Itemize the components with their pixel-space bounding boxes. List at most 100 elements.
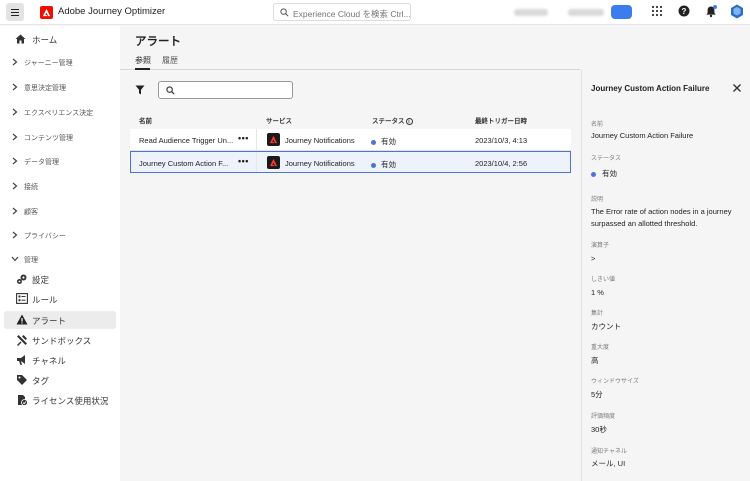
column-header-status[interactable]: ステータス i [372,115,413,125]
alert-name: Read Audience Trigger Un... [139,136,234,145]
chevron-down-icon [11,256,19,262]
table-search-input[interactable] [158,81,293,99]
apps-grid-icon[interactable] [651,5,663,17]
sidebar-item-rules[interactable]: ルール [4,290,116,308]
chevron-right-icon [12,58,18,66]
sidebar-item-label: データ管理 [24,158,59,166]
chevron-right-icon [12,83,18,91]
sidebar-item-label: 意思決定管理 [24,84,66,92]
sidebar-item-alerts[interactable]: アラート [4,311,116,329]
menu-icon[interactable] [6,3,24,21]
chevron-right-icon [12,133,18,141]
gears-icon [17,274,27,284]
sidebar-section-customers[interactable]: 顧客 [4,202,116,220]
notifications-bell-icon[interactable] [705,5,717,18]
main-content: アラート 参照 履歴 名前 サービス ステータス i 最終トリガー日時 Read … [120,26,580,481]
field-value-evaluation-frequency: 30秒 [591,425,607,434]
table-row-selected[interactable]: Journey Custom Action F... ••• Journey N… [130,151,571,173]
journey-service-icon [267,156,280,169]
chevron-right-icon [12,157,18,165]
tab-browse[interactable]: 参照 [135,55,151,66]
sidebar-section-privacy[interactable]: プライバシー [4,226,116,244]
sidebar-section-connections[interactable]: 接続 [4,177,116,195]
sidebar-item-label: ジャーニー管理 [24,59,73,67]
status-text: 有効 [381,160,396,169]
help-icon[interactable]: ? [678,5,690,17]
org-switcher[interactable] [514,9,548,16]
user-avatar-icon[interactable] [730,4,744,19]
info-icon[interactable]: i [405,117,413,125]
sidebar-item-label: コンテンツ管理 [24,134,73,142]
sidebar-item-label: ルール [32,294,58,305]
column-header-name[interactable]: 名前 [139,115,152,125]
sidebar-section-content[interactable]: コンテンツ管理 [4,128,116,146]
sidebar-item-label: ホーム [32,34,58,45]
global-search-input[interactable]: Experience Cloud を検索 Ctrl... [273,3,411,21]
channel-icon [17,355,25,365]
status-text: 有効 [602,169,617,178]
field-label-threshold: しきい値 [591,277,616,283]
sidebar-item-label: 接続 [24,183,38,191]
top-header: Adobe Journey Optimizer Experience Cloud… [0,0,750,25]
detail-panel-title: Journey Custom Action Failure [591,84,710,93]
active-tab-indicator [135,68,150,70]
sidebar-item-channels[interactable]: チャネル [4,351,116,369]
alert-icon [16,314,28,325]
home-icon [15,34,26,44]
field-label-description: 説明 [591,197,604,203]
search-icon [166,86,175,95]
sidebar-item-label: 顧客 [24,208,38,216]
sidebar-item-label: サンドボックス [32,335,92,346]
tools-icon [17,335,27,346]
close-icon[interactable] [732,83,742,93]
account-button[interactable] [611,5,632,19]
filter-icon[interactable] [135,85,145,95]
more-actions-button[interactable]: ••• [238,156,249,166]
chevron-right-icon [12,182,18,190]
chevron-right-icon [12,207,18,215]
sandbox-switcher[interactable] [568,9,604,16]
app-name[interactable]: Adobe Journey Optimizer [58,6,165,17]
sidebar-item-configurations[interactable]: 設定 [4,270,116,288]
sidebar-item-sandboxes[interactable]: サンドボックス [4,331,116,349]
sidebar-section-data[interactable]: データ管理 [4,152,116,170]
column-separator [256,129,257,150]
field-label-status: ステータス [591,156,622,162]
sidebar-item-label: ライセンス使用状況 [32,395,109,406]
license-icon [18,395,28,406]
page-title: アラート [135,36,181,48]
status-badge: 有効 [371,136,396,147]
column-header-service[interactable]: サービス [266,115,292,125]
sidebar-section-decision[interactable]: 意思決定管理 [4,78,116,96]
sidebar-item-label: プライバシー [24,232,66,240]
search-placeholder: Experience Cloud を検索 Ctrl... [293,9,411,19]
sidebar-item-license-usage[interactable]: ライセンス使用状況 [4,391,116,409]
service-name: Journey Notifications [285,136,355,145]
sidebar-section-experience-decisioning[interactable]: エクスペリエンス決定 [4,103,116,121]
sidebar-section-journey[interactable]: ジャーニー管理 [4,53,116,71]
column-separator [256,152,257,172]
table-row[interactable]: Read Audience Trigger Un... ••• Journey … [130,129,571,151]
last-triggered: 2023/10/3, 4:13 [475,136,528,145]
field-value-notification-channels: メール, UI [591,459,626,468]
sidebar-item-tags[interactable]: タグ [4,371,116,389]
chevron-right-icon [12,231,18,239]
service-name: Journey Notifications [285,159,355,168]
tab-history[interactable]: 履歴 [162,55,178,66]
field-label-aggregation: 集計 [591,311,604,317]
journey-service-icon [267,133,280,146]
sidebar-item-home[interactable]: ホーム [4,30,116,48]
last-triggered: 2023/10/4, 2:56 [475,159,528,168]
field-label-name: 名前 [591,122,604,128]
field-label-severity: 重大度 [591,345,610,351]
field-label-window-size: ウィンドウサイズ [591,379,639,385]
sidebar-section-administration[interactable]: 管理 [4,250,116,268]
status-dot [591,171,596,177]
column-header-last-triggered[interactable]: 最終トリガー日時 [475,115,527,125]
sidebar-item-label: アラート [32,315,67,326]
field-value-threshold: 1 % [591,288,604,297]
status-badge: 有効 [371,159,396,170]
sidebar-item-label: タグ [32,375,50,386]
sidebar-item-label: 設定 [32,274,50,285]
more-actions-button[interactable]: ••• [238,133,249,143]
